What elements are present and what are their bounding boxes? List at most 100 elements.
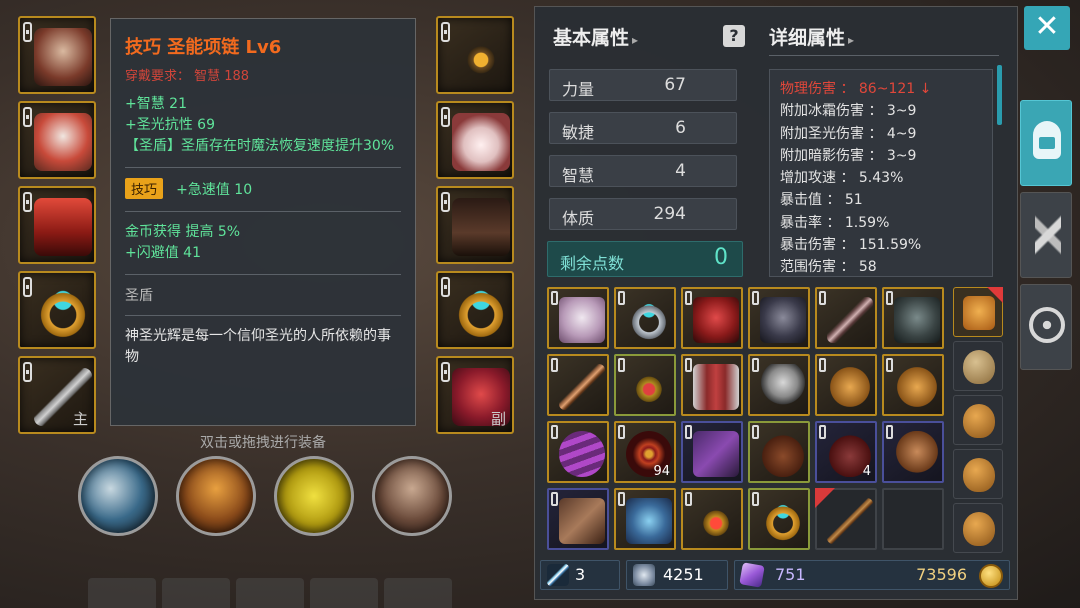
item-title: 技巧 圣能项链 Lv6: [125, 37, 282, 58]
lock-icon: [618, 358, 625, 372]
bag-slot[interactable]: [748, 287, 810, 349]
divider: [125, 167, 401, 168]
bag-slot[interactable]: [882, 287, 944, 349]
bottom-tab[interactable]: [310, 578, 378, 608]
bag-tab-main[interactable]: [953, 287, 1003, 337]
caret-icon: ▸: [632, 33, 639, 47]
attribute-agility: 敏捷 6: [549, 112, 737, 144]
bag-slot[interactable]: [815, 488, 877, 550]
detail-line: 增加攻速 ： 5.43%: [780, 170, 904, 187]
bag-slot[interactable]: [815, 354, 877, 416]
divider: [125, 211, 401, 212]
detail-attributes-tab[interactable]: 详细属性 ▸: [769, 23, 854, 50]
bag-slot[interactable]: [547, 421, 609, 483]
lock-icon: [441, 192, 450, 212]
mask-item-icon: [559, 297, 605, 343]
bag-slot[interactable]: 4: [815, 421, 877, 483]
chest-armor-item-icon: [34, 113, 92, 171]
bag-slot[interactable]: [882, 488, 944, 550]
lock-icon: [441, 107, 450, 127]
bag-slot[interactable]: 94: [614, 421, 676, 483]
bag-slot[interactable]: [681, 287, 743, 349]
currency-scrolls: 3: [540, 560, 620, 590]
spellbook-item-icon: [693, 431, 739, 477]
bottom-tab[interactable]: [236, 578, 304, 608]
ring-item-icon: [34, 283, 92, 341]
bag-tab[interactable]: [953, 503, 1003, 553]
equip-slot-ring-2[interactable]: [436, 271, 514, 349]
bag-slot[interactable]: [681, 421, 743, 483]
question-icon[interactable]: ?: [723, 25, 745, 47]
equip-slot-gloves[interactable]: [436, 101, 514, 179]
bag-tab[interactable]: [953, 395, 1003, 445]
equip-slot-chest[interactable]: [18, 101, 96, 179]
equip-slot-main-weapon[interactable]: 主: [18, 356, 96, 434]
tab-equipment[interactable]: [1020, 100, 1072, 186]
equip-slot-helmet[interactable]: [18, 16, 96, 94]
skill-slot-3[interactable]: [274, 456, 354, 536]
skill-slot-4[interactable]: [372, 456, 452, 536]
robe-item-icon: [693, 364, 739, 410]
amulet-item-icon: [693, 498, 739, 544]
item-tooltip: 技巧 圣能项链 Lv6 穿戴要求： 智慧 188 +智慧 21 +圣光抗性 69…: [110, 18, 416, 426]
attribute-constitution: 体质 294: [549, 198, 737, 230]
remaining-points-value: 0: [714, 245, 728, 270]
equip-slot-cloak[interactable]: [18, 186, 96, 264]
bag-slot[interactable]: [882, 421, 944, 483]
bag-slot[interactable]: [748, 354, 810, 416]
shards-value: 4251: [663, 565, 704, 584]
bag-slot[interactable]: [748, 421, 810, 483]
equip-slot-boots[interactable]: [436, 186, 514, 264]
cloak-item-icon: [34, 198, 92, 256]
bag-slot[interactable]: [547, 287, 609, 349]
axe-item-icon: [760, 364, 806, 410]
bag-tab[interactable]: [953, 449, 1003, 499]
skill-slot-2[interactable]: [176, 456, 256, 536]
bag-slot[interactable]: [748, 488, 810, 550]
bottom-tab[interactable]: [384, 578, 452, 608]
gold-value: 73596: [916, 565, 967, 584]
gem-icon: [739, 562, 765, 588]
bag-slot[interactable]: [681, 488, 743, 550]
lock-icon: [23, 277, 32, 297]
detail-attributes-list[interactable]: 物理伤害 ： 86~121 ↓ 附加冰霜伤害 ： 3~9 附加圣光伤害 ： 4~…: [769, 69, 993, 277]
bottom-tab[interactable]: [88, 578, 156, 608]
skill-slot-1[interactable]: [78, 456, 158, 536]
lock-icon: [752, 425, 759, 439]
detail-scrollbar[interactable]: [997, 65, 1002, 125]
detail-line: 附加冰霜伤害 ： 3~9: [780, 103, 917, 120]
close-icon[interactable]: ✕: [1024, 6, 1070, 50]
lock-icon: [23, 107, 32, 127]
crossed-swords-icon: [1035, 211, 1061, 259]
bag-slot[interactable]: [614, 354, 676, 416]
main-weapon-tag: 主: [72, 410, 88, 428]
bag-tab[interactable]: [953, 341, 1003, 391]
bag-slot[interactable]: [547, 354, 609, 416]
lock-icon: [618, 291, 625, 305]
stats-inventory-panel: 基本属性 ▸ ? 详细属性 ▸ 力量 67 敏捷 6 智慧 4 体质 294 剩余点…: [534, 6, 1018, 600]
bag-slot[interactable]: [882, 354, 944, 416]
bag-slot[interactable]: [614, 488, 676, 550]
lock-icon: [886, 425, 893, 439]
equip-slot-ring-1[interactable]: [18, 271, 96, 349]
badge-stat: +急速值 10: [176, 182, 253, 198]
bag-slot[interactable]: [547, 488, 609, 550]
tab-weapons[interactable]: [1020, 192, 1072, 278]
set-name: 圣盾: [125, 288, 153, 304]
header-divider: [769, 55, 999, 56]
gems-value: 751: [775, 565, 806, 584]
tab-settings[interactable]: [1020, 284, 1072, 370]
basic-attributes-tab[interactable]: 基本属性 ▸: [553, 23, 638, 50]
bag-slot[interactable]: [815, 287, 877, 349]
lock-icon: [886, 291, 893, 305]
equip-slot-necklace[interactable]: [436, 16, 514, 94]
stack-count: 4: [862, 464, 871, 479]
attribute-wisdom: 智慧 4: [549, 155, 737, 187]
attribute-value: 4: [675, 161, 686, 181]
armor-item-icon: [894, 297, 940, 343]
bag-slot[interactable]: [614, 287, 676, 349]
equip-slot-offhand[interactable]: 副: [436, 356, 514, 434]
bag-slot[interactable]: [681, 354, 743, 416]
detail-line: 暴击伤害 ： 151.59%: [780, 237, 922, 254]
bottom-tab[interactable]: [162, 578, 230, 608]
